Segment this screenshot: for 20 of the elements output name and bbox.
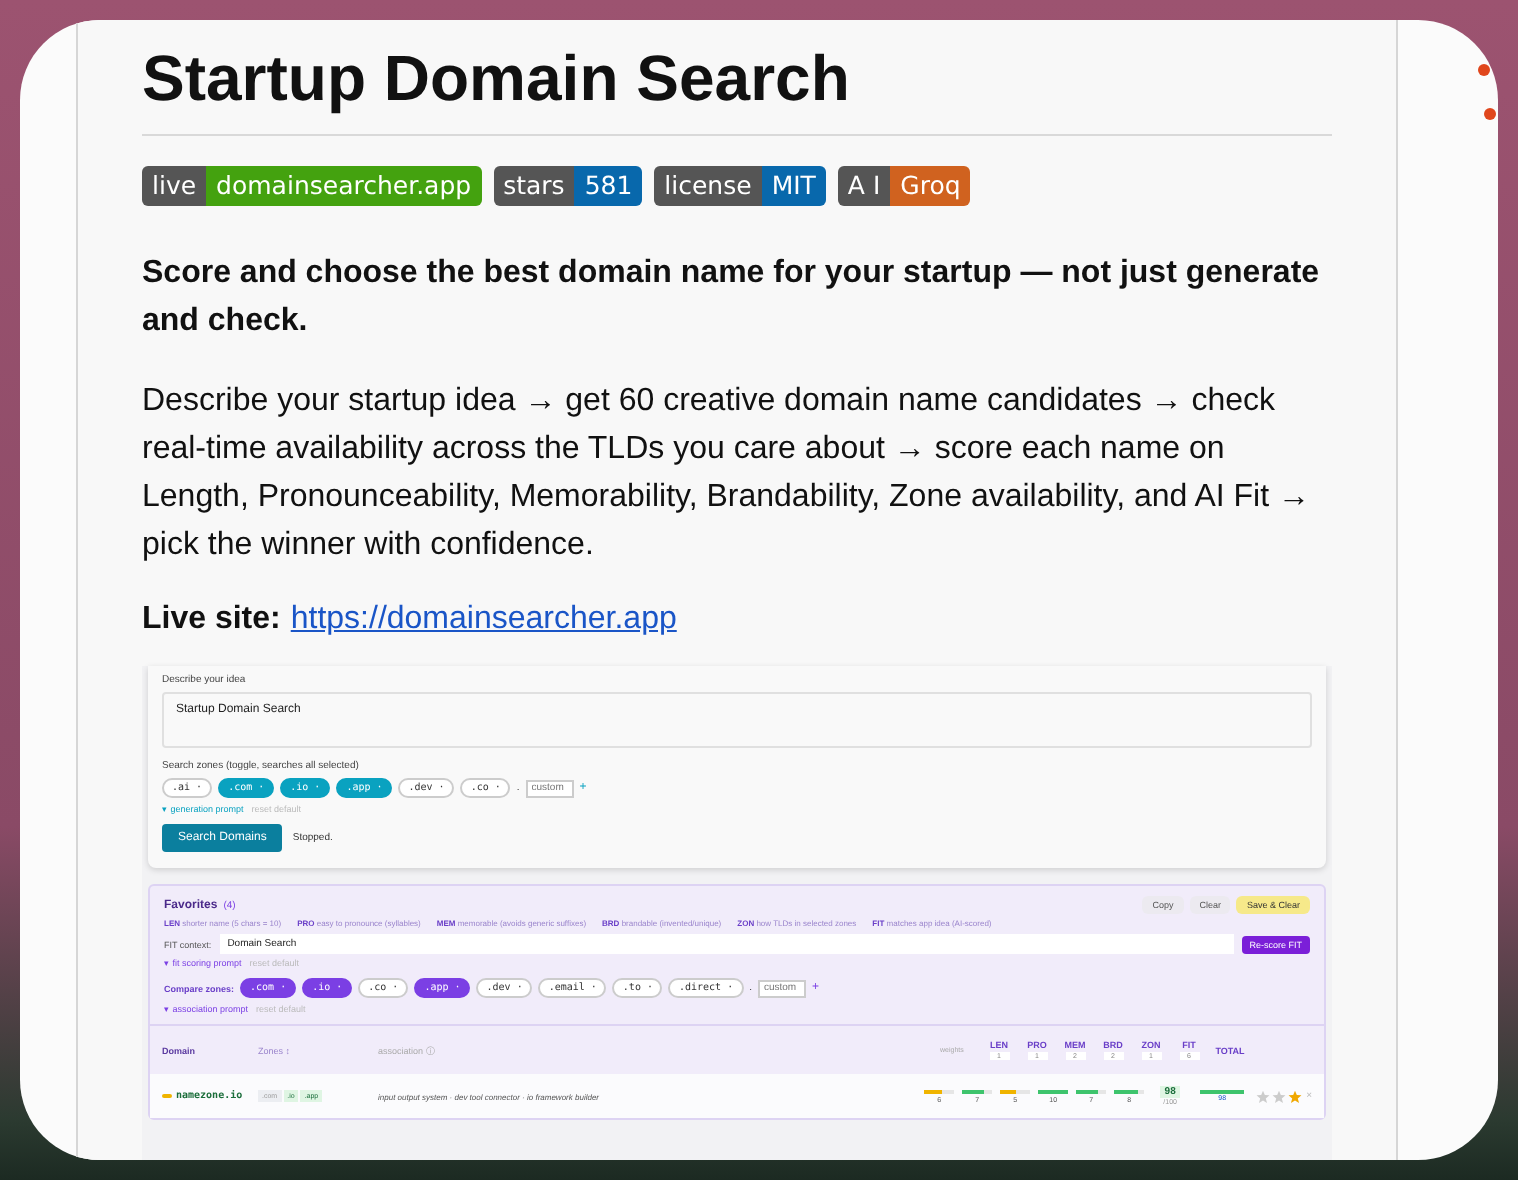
page-title: Startup Domain Search [142,40,852,116]
badge-value: MIT [761,166,826,206]
badge-value: 581 [574,166,643,206]
star-rating[interactable] [1256,1089,1303,1103]
badge-value: Groq [890,166,971,206]
badge-value: domainsearcher.app [206,166,482,206]
badge-label: license [654,166,762,206]
description: Describe your startup idea → get 60 creative domain name candidates → check real-time availability across the TLDs you care about → score each name on Length, Pronounceability, Memorability, Brandability, Zone availability, and AI Fit → pick the winner with confidence. [142,382,1312,566]
badge[interactable]: live domainsearcher.app [142,166,482,206]
live-site-label: Live site: [142,602,281,636]
live-site-link[interactable]: https://domainsearcher.app [290,602,677,636]
badge-label: A I [837,166,891,206]
dot-icon [1484,108,1496,120]
tagline: Score and choose the best domain name for your startup — not just generate and check. [142,254,1322,342]
badge[interactable]: stars 581 [493,166,643,206]
badge[interactable]: license MIT [654,166,826,206]
badge-label: stars [493,166,575,206]
dot-icon [1478,64,1490,76]
badge-label: live [142,166,207,206]
badge[interactable]: A I Groq [837,166,971,206]
